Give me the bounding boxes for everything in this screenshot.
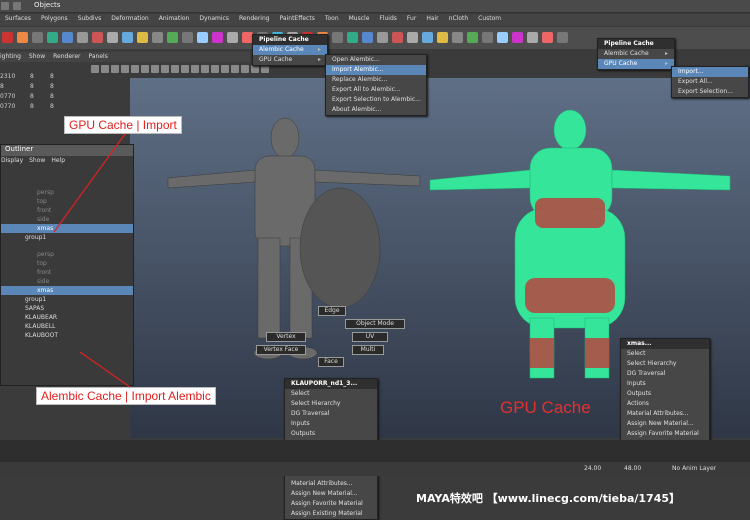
right-context-menu-item[interactable]: Inputs [621,379,709,389]
range-start[interactable]: 24.00 [584,465,601,472]
left-context-menu-item[interactable]: Assign New Material... [285,489,377,499]
left-context-menu-item[interactable]: Select Hierarchy [285,399,377,409]
time-slider[interactable] [0,440,750,462]
left-context-menu-header: KLAUPORR_nd1_3... [285,379,377,389]
right-context-menu-item[interactable]: Actions [621,399,709,409]
arrow-gpu-import [53,133,126,233]
right-context-menu-item[interactable]: Assign Favorite Material [621,429,709,439]
arrow-alembic-import [79,351,131,388]
left-context-menu-item[interactable]: Select [285,389,377,399]
left-context-menu-item[interactable]: Inputs [285,419,377,429]
range-end[interactable]: 48.00 [624,465,641,472]
right-context-menu-header: xmas... [621,339,709,349]
left-context-menu-item[interactable]: Assign Existing Material [285,509,377,519]
left-context-menu-item[interactable]: Outputs [285,429,377,439]
anim-layer[interactable]: No Anim Layer [672,465,716,472]
left-context-menu-item[interactable]: Assign Favorite Material [285,499,377,509]
left-context-menu-item[interactable]: Material Attributes... [285,479,377,489]
range-slider[interactable]: 24.00 48.00 No Anim Layer [0,462,750,476]
right-context-menu-item[interactable]: Select [621,349,709,359]
right-context-menu-item[interactable]: Material Attributes... [621,409,709,419]
watermark: MAYA特效吧 【www.linecg.com/tieba/1745】 [416,492,681,505]
left-context-menu-item[interactable]: DG Traversal [285,409,377,419]
right-context-menu-item[interactable]: Assign New Material... [621,419,709,429]
right-context-menu-item[interactable]: Outputs [621,389,709,399]
right-context-menu-item[interactable]: DG Traversal [621,369,709,379]
right-context-menu-item[interactable]: Select Hierarchy [621,359,709,369]
